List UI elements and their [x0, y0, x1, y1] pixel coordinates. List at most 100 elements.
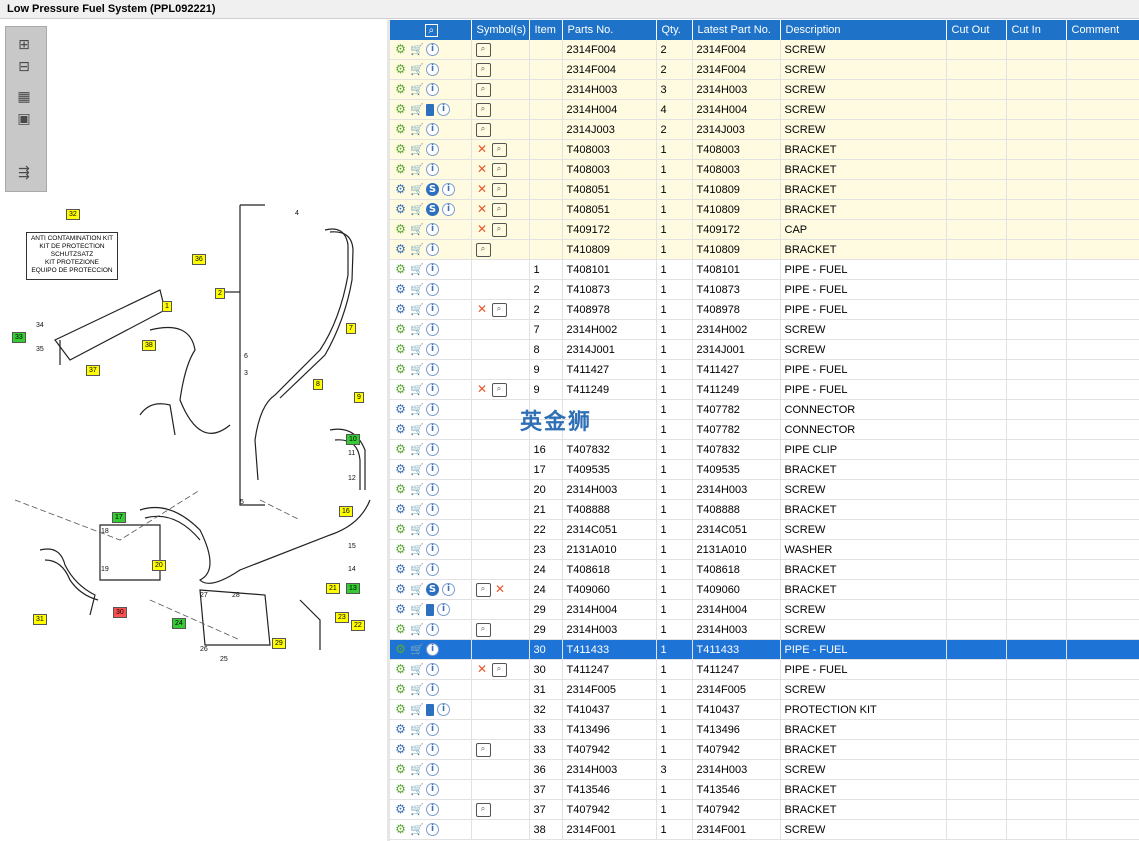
cut-icon[interactable]: ✕	[494, 583, 507, 596]
settings-gear-icon[interactable]: ⚙	[394, 783, 407, 796]
table-row[interactable]: ⚙ 🛒 i ⌕ 29 2314H003 1 2314H003 SCREW	[390, 619, 1139, 640]
cart-icon[interactable]: 🛒	[410, 623, 424, 636]
settings-gear-icon[interactable]: ⚙	[394, 543, 407, 556]
settings-gears-icon[interactable]: ⚙	[394, 423, 407, 436]
table-row[interactable]: ⚙ 🛒 i 33 T413496 1 T413496 BRACKET	[390, 719, 1139, 740]
cut-icon[interactable]: ✕	[476, 183, 489, 196]
settings-gear-icon[interactable]: ⚙	[394, 43, 407, 56]
cart-icon[interactable]: 🛒	[410, 503, 424, 516]
cart-icon[interactable]: 🛒	[410, 423, 424, 436]
info-icon[interactable]: i	[437, 703, 450, 716]
info-icon[interactable]: i	[426, 283, 439, 296]
magnify-icon[interactable]: ⌕	[491, 142, 507, 157]
magnify-icon[interactable]: ⌕	[491, 662, 507, 677]
cart-icon[interactable]: 🛒	[410, 563, 424, 576]
settings-gear-icon[interactable]: ⚙	[394, 623, 407, 636]
diagram-callout[interactable]: 29	[272, 638, 286, 649]
info-icon[interactable]: i	[426, 803, 439, 816]
cart-icon[interactable]: 🛒	[410, 383, 424, 396]
diagram-callout[interactable]: 9	[354, 392, 364, 403]
table-row[interactable]: ⚙ 🛒 i 1 T408101 1 T408101 PIPE - FUEL	[390, 259, 1139, 280]
diagram-callout[interactable]: 13	[346, 583, 360, 594]
info-icon[interactable]: i	[426, 163, 439, 176]
settings-gear-icon[interactable]: ⚙	[394, 663, 407, 676]
table-row[interactable]: ⚙ 🛒 i 29 2314H004 1 2314H004 SCREW	[390, 599, 1139, 620]
info-icon[interactable]: i	[426, 763, 439, 776]
cart-icon[interactable]: 🛒	[410, 263, 424, 276]
magnify-icon[interactable]: ⌕	[475, 622, 491, 637]
table-row[interactable]: ⚙ 🛒 i ⌕ 2314H004 4 2314H004 SCREW	[390, 99, 1139, 120]
cut-icon[interactable]: ✕	[476, 223, 489, 236]
magnify-icon[interactable]: ⌕	[475, 742, 491, 757]
diagram-callout[interactable]: 21	[326, 583, 340, 594]
table-row[interactable]: ⚙ 🛒 i ⌕ 37 T407942 1 T407942 BRACKET	[390, 799, 1139, 820]
settings-gear-icon[interactable]: ⚙	[394, 103, 407, 116]
cart-icon[interactable]: 🛒	[410, 283, 424, 296]
info-icon[interactable]: i	[426, 503, 439, 516]
settings-gear-icon[interactable]: ⚙	[394, 163, 407, 176]
diagram-callout[interactable]: 30	[113, 607, 127, 618]
cart-icon[interactable]: 🛒	[410, 323, 424, 336]
settings-gears-icon[interactable]: ⚙	[394, 183, 407, 196]
magnify-icon[interactable]: ⌕	[475, 242, 491, 257]
cart-icon[interactable]: 🛒	[410, 123, 424, 136]
diagram-callout[interactable]: 33	[12, 332, 26, 343]
cut-icon[interactable]: ✕	[476, 163, 489, 176]
info-icon[interactable]: i	[426, 723, 439, 736]
settings-gear-icon[interactable]: ⚙	[394, 443, 407, 456]
settings-gears-icon[interactable]: ⚙	[394, 803, 407, 816]
info-icon[interactable]: i	[437, 603, 450, 616]
magnify-icon[interactable]: ⌕	[475, 42, 491, 57]
cart-icon[interactable]: 🛒	[410, 183, 424, 196]
settings-gears-icon[interactable]: ⚙	[394, 583, 407, 596]
table-row[interactable]: ⚙ 🛒 i 17 T409535 1 T409535 BRACKET	[390, 459, 1139, 480]
cart-icon[interactable]: 🛒	[410, 783, 424, 796]
cut-icon[interactable]: ✕	[476, 303, 489, 316]
settings-gears-icon[interactable]: ⚙	[394, 463, 407, 476]
cart-icon[interactable]: 🛒	[410, 743, 424, 756]
info-icon[interactable]: i	[426, 383, 439, 396]
cart-icon[interactable]: 🛒	[410, 683, 424, 696]
table-row[interactable]: ⚙ 🛒 i ✕ ⌕ T408003 1 T408003 BRACKET	[390, 159, 1139, 180]
table-row[interactable]: ⚙ 🛒 i ⌕ 33 T407942 1 T407942 BRACKET	[390, 739, 1139, 760]
info-icon[interactable]: i	[442, 203, 455, 216]
document-icon[interactable]	[426, 603, 434, 616]
info-icon[interactable]: i	[426, 403, 439, 416]
cart-icon[interactable]: 🛒	[410, 343, 424, 356]
table-row[interactable]: ⚙ 🛒 i 38 2314F001 1 2314F001 SCREW	[390, 819, 1139, 840]
cart-icon[interactable]: 🛒	[410, 603, 424, 616]
settings-gear-icon[interactable]: ⚙	[394, 63, 407, 76]
settings-gears-icon[interactable]: ⚙	[394, 723, 407, 736]
settings-gear-icon[interactable]: ⚙	[394, 83, 407, 96]
info-icon[interactable]: i	[426, 683, 439, 696]
cart-icon[interactable]: 🛒	[410, 63, 424, 76]
settings-gear-icon[interactable]: ⚙	[394, 523, 407, 536]
diagram-callout[interactable]: 23	[335, 612, 349, 623]
diagram-callout[interactable]: 7	[346, 323, 356, 334]
diagram-callout[interactable]: 31	[33, 614, 47, 625]
cart-icon[interactable]: 🛒	[410, 243, 424, 256]
info-icon[interactable]: i	[426, 523, 439, 536]
header-tools[interactable]: ⌕	[390, 20, 472, 40]
cart-icon[interactable]: 🛒	[410, 763, 424, 776]
settings-gear-icon[interactable]: ⚙	[394, 483, 407, 496]
cart-icon[interactable]: 🛒	[410, 103, 424, 116]
settings-gears-icon[interactable]: ⚙	[394, 563, 407, 576]
info-icon[interactable]: i	[426, 263, 439, 276]
table-row[interactable]: ⚙ 🛒 i 8 2314J001 1 2314J001 SCREW	[390, 339, 1139, 360]
table-row[interactable]: ⚙ 🛒 Si ✕ ⌕ T408051 1 T410809 BRACKET	[390, 199, 1139, 220]
cart-icon[interactable]: 🛒	[410, 643, 424, 656]
table-row[interactable]: ⚙ 🛒 i ✕ ⌕ 30 T411247 1 T411247 PIPE - FUEL	[390, 659, 1139, 680]
magnify-icon[interactable]: ⌕	[475, 122, 491, 137]
search-icon[interactable]: ⌕	[424, 23, 438, 37]
info-icon[interactable]: i	[426, 563, 439, 576]
info-icon[interactable]: i	[426, 443, 439, 456]
cart-icon[interactable]: 🛒	[410, 143, 424, 156]
info-icon[interactable]: i	[442, 183, 455, 196]
table-row[interactable]: ⚙ 🛒 i ✕ ⌕ 9 T411249 1 T411249 PIPE - FUEL	[390, 379, 1139, 400]
settings-gear-icon[interactable]: ⚙	[394, 683, 407, 696]
cut-icon[interactable]: ✕	[476, 203, 489, 216]
info-icon[interactable]: i	[426, 123, 439, 136]
header-symbols[interactable]: Symbol(s)	[471, 20, 530, 40]
document-icon[interactable]	[426, 703, 434, 716]
